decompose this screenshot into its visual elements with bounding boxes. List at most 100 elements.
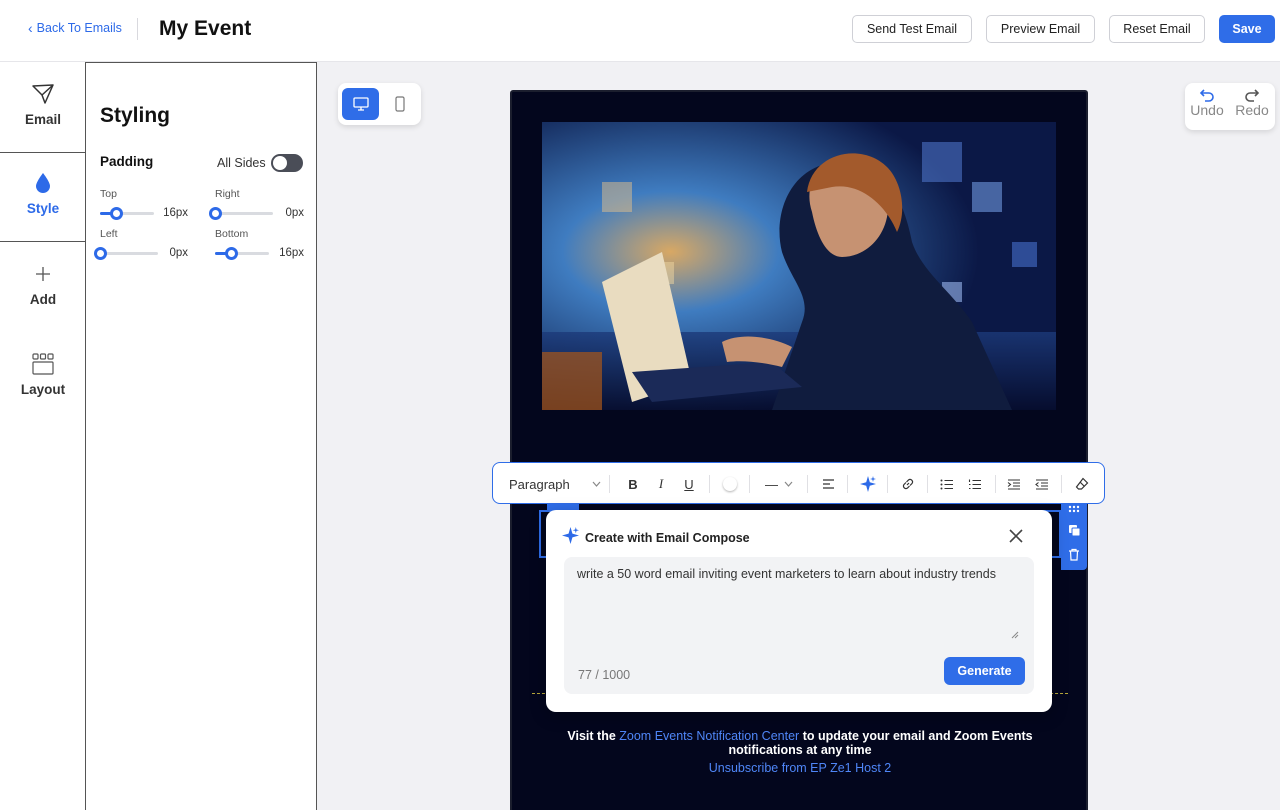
slider-value-right: 0px [285, 207, 304, 219]
back-to-emails-link[interactable]: ‹ Back To Emails [28, 21, 122, 35]
align-button[interactable] [817, 463, 839, 505]
email-compose-dialog: Create with Email Compose write a 50 wor… [546, 510, 1052, 712]
compose-prompt-input[interactable]: write a 50 word email inviting event mar… [577, 567, 996, 581]
slider-value-top: 16px [163, 207, 188, 219]
chevron-left-icon: ‹ [28, 20, 33, 36]
notification-center-link[interactable]: Zoom Events Notification Center [619, 729, 799, 743]
rail-item-email[interactable]: Email [0, 62, 86, 153]
toolbar-separator [927, 475, 928, 493]
eraser-icon [1075, 477, 1089, 490]
redo-button[interactable]: Redo [1232, 88, 1272, 118]
generate-button[interactable]: Generate [944, 657, 1025, 685]
undo-label: Undo [1190, 102, 1224, 118]
color-swatch-icon [723, 477, 737, 491]
footer-notification-text: Visit the Zoom Events Notification Cente… [538, 729, 1062, 757]
hero-image[interactable] [542, 122, 1056, 410]
padding-label: Padding [100, 154, 154, 169]
toolbar-separator [807, 475, 808, 493]
slider-label-bottom: Bottom [215, 228, 249, 240]
block-type-dropdown[interactable]: Paragraph [509, 463, 601, 505]
plus-icon [35, 262, 51, 286]
redo-icon [1245, 89, 1260, 102]
monitor-icon [352, 97, 369, 111]
bold-button[interactable]: B [623, 463, 643, 505]
chevron-down-icon [784, 481, 793, 487]
rail-item-style[interactable]: Style [0, 153, 86, 242]
character-count: 77 / 1000 [578, 668, 631, 682]
slider-bottom[interactable] [215, 247, 269, 260]
slider-value-left: 0px [169, 247, 188, 259]
undo-button[interactable]: Undo [1187, 88, 1227, 118]
device-switch [338, 83, 421, 125]
toolbar-separator [995, 475, 996, 493]
slider-value-bottom: 16px [279, 247, 304, 259]
line-height-dropdown[interactable]: — [759, 463, 799, 505]
rail-item-add[interactable]: Add [0, 262, 86, 332]
slider-label-top: Top [100, 188, 117, 200]
chevron-down-icon [592, 481, 601, 487]
toolbar-separator [749, 475, 750, 493]
slider-label-right: Right [215, 188, 240, 200]
slider-handle[interactable] [209, 207, 222, 220]
numbered-list-icon [968, 479, 981, 489]
save-button[interactable]: Save [1219, 15, 1275, 43]
rail-label-style: Style [26, 201, 60, 216]
text-color-button[interactable] [719, 463, 741, 505]
sparkle-icon [860, 476, 876, 492]
slider-handle[interactable] [110, 207, 123, 220]
rail-label-email: Email [24, 112, 62, 127]
back-label: Back To Emails [36, 21, 122, 35]
slider-handle[interactable] [94, 247, 107, 260]
rail-label-add: Add [29, 292, 57, 307]
layout-grid-icon [31, 352, 55, 376]
line-style-value: — [765, 476, 778, 492]
numbered-list-button[interactable] [964, 463, 986, 505]
format-toolbar: Paragraph B I U — [492, 462, 1105, 504]
indent-button[interactable] [1003, 463, 1025, 505]
mobile-view-button[interactable] [381, 88, 418, 120]
clear-format-button[interactable] [1071, 463, 1093, 505]
ai-compose-button[interactable] [857, 463, 879, 505]
toggle-knob [273, 156, 287, 170]
all-sides-label: All Sides [217, 156, 266, 170]
top-header: ‹ Back To Emails My Event Send Test Emai… [0, 0, 1280, 62]
link-icon [902, 478, 914, 490]
undo-icon [1199, 89, 1214, 102]
rail-item-layout[interactable]: Layout [0, 352, 86, 422]
redo-label: Redo [1235, 102, 1269, 118]
compose-title: Create with Email Compose [585, 531, 750, 545]
left-rail: Email Style Add Layout [0, 62, 86, 810]
italic-icon: I [658, 476, 664, 491]
desktop-view-button[interactable] [342, 88, 379, 120]
drag-handle-icon[interactable] [1068, 505, 1080, 513]
block-side-tools [1061, 495, 1087, 570]
preview-email-button[interactable]: Preview Email [986, 15, 1095, 43]
bullet-list-button[interactable] [936, 463, 958, 505]
styling-title: Styling [100, 104, 171, 127]
slider-handle[interactable] [225, 247, 238, 260]
toolbar-separator [887, 475, 888, 493]
link-button[interactable] [897, 463, 919, 505]
styling-panel: Styling Padding All Sides Top 16px Right… [85, 62, 317, 810]
reset-email-button[interactable]: Reset Email [1109, 15, 1205, 43]
resize-handle-icon[interactable] [1011, 631, 1019, 639]
header-divider [137, 18, 138, 40]
indent-icon [1007, 478, 1020, 490]
droplet-icon [35, 171, 51, 195]
phone-icon [394, 96, 405, 112]
undo-redo-group: Undo Redo [1185, 83, 1275, 130]
underline-button[interactable]: U [679, 463, 699, 505]
send-test-email-button[interactable]: Send Test Email [852, 15, 972, 43]
outdent-button[interactable] [1031, 463, 1053, 505]
close-icon[interactable] [1008, 528, 1024, 544]
unsubscribe-link[interactable]: Unsubscribe from EP Ze1 Host 2 [538, 761, 1062, 775]
block-type-value: Paragraph [509, 476, 570, 492]
all-sides-toggle[interactable] [271, 154, 303, 172]
duplicate-icon[interactable] [1068, 524, 1081, 537]
slider-top[interactable] [100, 207, 154, 220]
italic-button[interactable]: I [651, 463, 671, 505]
compose-prompt-area[interactable]: write a 50 word email inviting event mar… [564, 557, 1034, 694]
align-left-icon [822, 479, 834, 489]
toolbar-separator [609, 475, 610, 493]
trash-icon[interactable] [1068, 548, 1080, 561]
